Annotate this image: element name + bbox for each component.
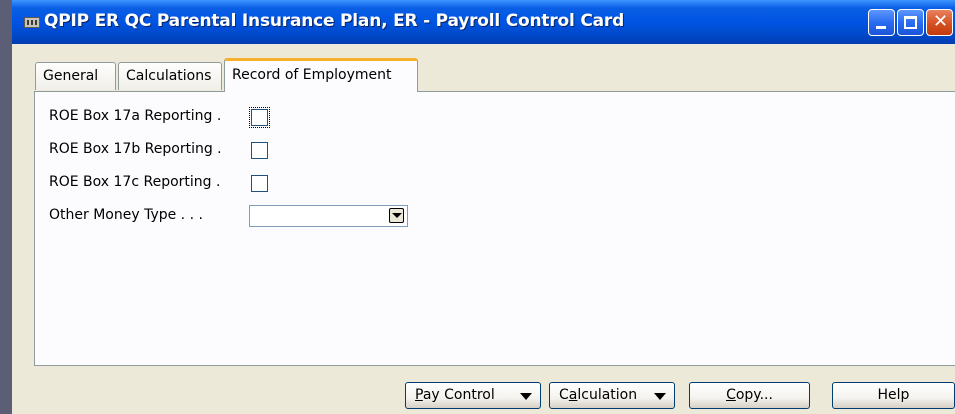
tab-record-of-employment-label: Record of Employment bbox=[232, 67, 392, 83]
maximize-button[interactable] bbox=[897, 9, 924, 36]
chevron-down-icon[interactable] bbox=[389, 208, 404, 223]
calculation-button[interactable]: Calculation bbox=[549, 382, 675, 409]
close-icon: ✕ bbox=[933, 11, 949, 32]
calculation-rest: lculation bbox=[577, 387, 638, 403]
window-title: QPIP ER QC Parental Insurance Plan, ER -… bbox=[44, 11, 625, 31]
payroll-control-card-window: QPIP ER QC Parental Insurance Plan, ER -… bbox=[12, 0, 955, 414]
other-money-type-label: Other Money Type . . . bbox=[49, 207, 203, 223]
calculation-pre: C bbox=[559, 387, 569, 403]
maximize-icon bbox=[904, 16, 917, 29]
help-button[interactable]: Help bbox=[832, 382, 955, 409]
pay-control-button[interactable]: Pay Control bbox=[405, 382, 541, 409]
roe-17a-label: ROE Box 17a Reporting . bbox=[49, 108, 222, 124]
tab-calculations-label: Calculations bbox=[126, 68, 212, 84]
help-label: Help bbox=[877, 387, 910, 403]
chevron-down-icon bbox=[654, 393, 666, 400]
other-money-type-select[interactable] bbox=[249, 205, 408, 227]
calculation-label: Calculation bbox=[559, 383, 637, 408]
close-button[interactable]: ✕ bbox=[926, 9, 953, 36]
tab-general-label: General bbox=[43, 68, 99, 84]
tab-panel bbox=[34, 91, 955, 366]
roe-17b-label: ROE Box 17b Reporting . bbox=[49, 141, 222, 157]
app-icon bbox=[24, 17, 40, 28]
copy-mnemonic: C bbox=[726, 387, 736, 403]
tab-calculations[interactable]: Calculations bbox=[118, 62, 222, 90]
pay-control-mnemonic: P bbox=[415, 387, 423, 403]
background-strip bbox=[0, 0, 12, 414]
copy-label: Copy... bbox=[690, 383, 809, 408]
roe-17c-checkbox[interactable] bbox=[251, 175, 268, 192]
minimize-icon bbox=[876, 26, 886, 29]
chevron-down-icon bbox=[520, 393, 532, 400]
minimize-button[interactable] bbox=[868, 9, 895, 36]
roe-17a-checkbox[interactable] bbox=[249, 107, 270, 128]
roe-17c-label: ROE Box 17c Reporting . bbox=[49, 174, 221, 190]
title-bar[interactable]: QPIP ER QC Parental Insurance Plan, ER -… bbox=[12, 0, 955, 44]
copy-rest: opy... bbox=[735, 387, 773, 403]
pay-control-rest: ay Control bbox=[422, 387, 495, 403]
roe-17b-checkbox[interactable] bbox=[251, 142, 268, 159]
tab-general[interactable]: General bbox=[35, 62, 116, 90]
pay-control-label: Pay Control bbox=[415, 383, 495, 408]
tab-record-of-employment[interactable]: Record of Employment bbox=[224, 58, 418, 92]
copy-button[interactable]: Copy... bbox=[689, 382, 810, 409]
